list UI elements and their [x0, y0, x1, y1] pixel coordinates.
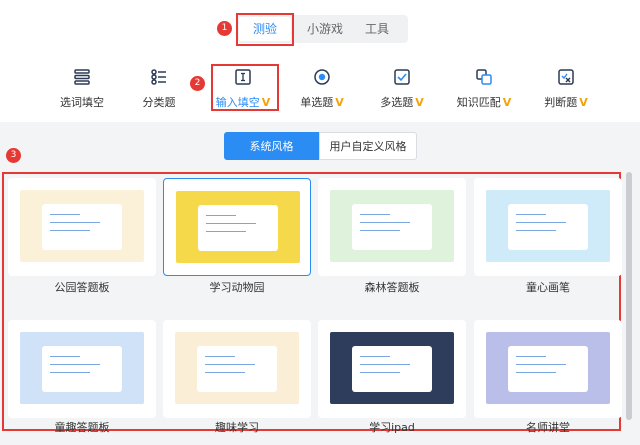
template-card[interactable]: [163, 320, 311, 418]
vip-badge: V: [579, 96, 588, 109]
template-thumbnail: [330, 190, 454, 262]
annotation-box-2: [211, 64, 279, 111]
template-label: 公园答题板: [54, 281, 110, 294]
template-label: 童趣答题板: [54, 421, 110, 434]
template-thumbnail: [486, 332, 610, 404]
category-icon: [151, 69, 166, 85]
question-type-bar: 选词填空 分类题 输入填空 V 单选题 V 多选题 V 知识匹配 V 判断题 V: [0, 60, 640, 120]
type-label: 知识匹配: [456, 96, 501, 109]
type-knowledge-match[interactable]: 知识匹配 V: [446, 68, 522, 116]
template-label: 童心画笔: [526, 281, 570, 294]
template-card[interactable]: [318, 320, 466, 418]
template-label: 趣味学习: [215, 421, 259, 434]
checkbox-icon: [394, 69, 410, 85]
template-label: 名师讲堂: [526, 421, 570, 434]
template-thumbnail: [486, 190, 610, 262]
template-card[interactable]: [8, 320, 156, 418]
template-panel: 系统风格 用户自定义风格 3 公园答题板 学习动物园 森林答题板 童心画笔 童趣…: [0, 122, 640, 445]
style-tabs: 系统风格 用户自定义风格: [224, 132, 418, 160]
template-card[interactable]: [8, 178, 156, 276]
type-category[interactable]: 分类题: [121, 68, 197, 116]
tab-tools[interactable]: 工具: [355, 15, 399, 43]
template-thumbnail: [20, 190, 144, 262]
scrollbar[interactable]: [626, 172, 632, 420]
template-card[interactable]: [318, 178, 466, 276]
annotation-box-1: [236, 13, 294, 46]
annotation-marker-3: 3: [6, 148, 21, 163]
vip-badge: V: [335, 96, 344, 109]
type-label: 单选题: [300, 96, 334, 109]
annotation-marker-2: 2: [190, 76, 205, 91]
type-multi-choice[interactable]: 多选题 V: [364, 68, 440, 116]
type-true-false[interactable]: 判断题 V: [528, 68, 604, 116]
judge-icon: [558, 69, 574, 85]
template-card-selected[interactable]: [163, 178, 311, 276]
type-label: 选词填空: [60, 96, 104, 109]
tab-mini-games[interactable]: 小游戏: [299, 15, 351, 43]
template-card[interactable]: [474, 320, 622, 418]
tab-custom-style[interactable]: 用户自定义风格: [319, 132, 417, 160]
template-label: 学习动物园: [209, 281, 265, 294]
template-thumbnail: [20, 332, 144, 404]
tab-system-style[interactable]: 系统风格: [224, 132, 319, 160]
template-thumbnail: [176, 191, 300, 263]
type-word-fill[interactable]: 选词填空: [44, 68, 120, 116]
type-label: 分类题: [142, 96, 176, 109]
match-icon: [476, 69, 492, 85]
template-thumbnail: [175, 332, 299, 404]
vip-badge: V: [502, 96, 512, 109]
top-toolbar: 测验 小游戏 工具 1 选词填空 分类题 输入填空 V 单选题 V 多选题 V 知识匹…: [0, 0, 640, 122]
type-single-choice[interactable]: 单选题 V: [284, 68, 360, 116]
vip-badge: V: [415, 96, 424, 109]
list-icon: [74, 69, 90, 85]
template-label: 森林答题板: [364, 281, 420, 294]
annotation-marker-1: 1: [217, 21, 232, 36]
type-label: 判断题: [544, 96, 578, 109]
radio-icon: [314, 69, 330, 85]
template-card[interactable]: [474, 178, 622, 276]
type-label: 多选题: [380, 96, 414, 109]
template-thumbnail: [330, 332, 454, 404]
template-label: 学习ipad: [369, 421, 415, 434]
template-grid: 公园答题板 学习动物园 森林答题板 童心画笔 童趣答题板 趣味学习 学习ipad…: [6, 174, 623, 434]
